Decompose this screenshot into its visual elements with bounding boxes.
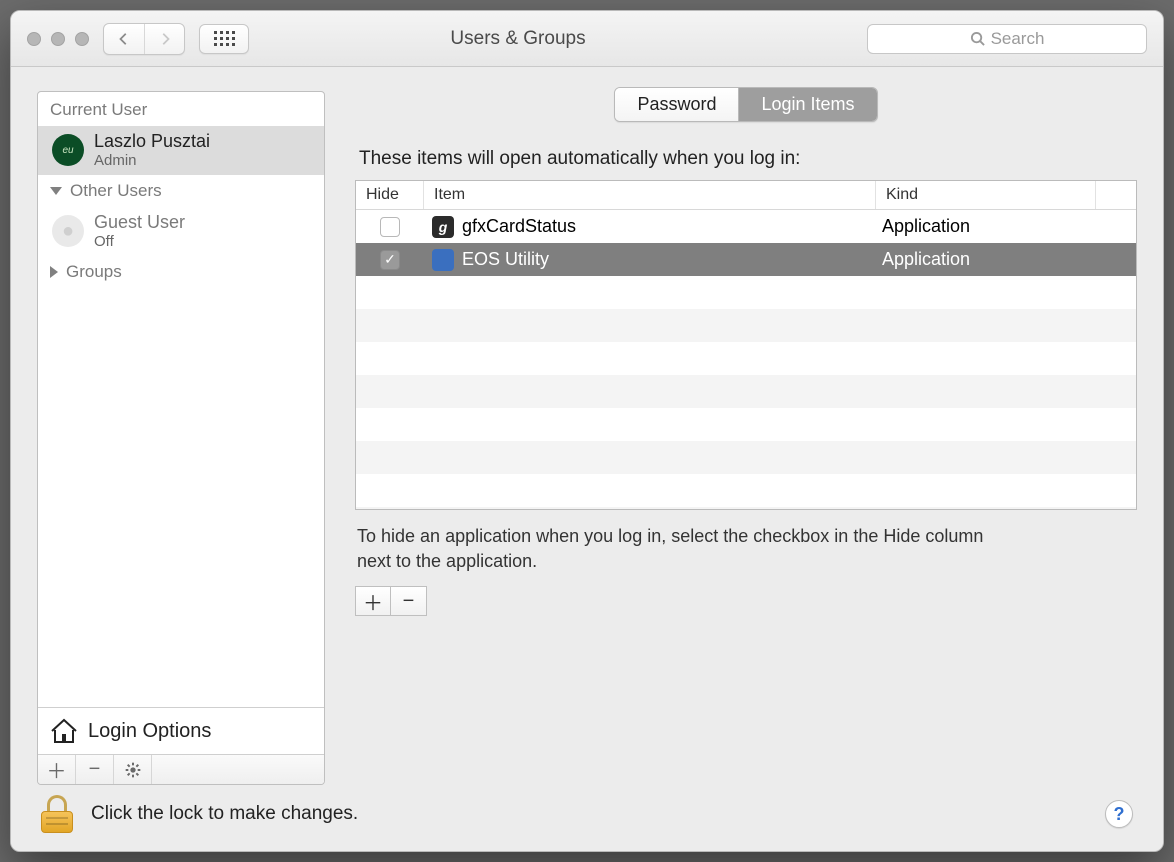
guest-user-name: Guest User bbox=[94, 213, 185, 233]
forward-button[interactable] bbox=[144, 24, 184, 54]
col-item[interactable]: Item bbox=[424, 181, 876, 209]
sidebar-spacer bbox=[152, 755, 324, 784]
other-users-group[interactable]: Other Users bbox=[38, 175, 324, 207]
hide-checkbox[interactable] bbox=[380, 217, 400, 237]
col-kind[interactable]: Kind bbox=[876, 181, 1096, 209]
current-user-row[interactable]: eu Laszlo Pusztai Admin bbox=[38, 126, 324, 175]
login-items-lead: These items will open automatically when… bbox=[359, 148, 1137, 170]
item-cell: g gfxCardStatus bbox=[424, 216, 876, 238]
close-window-button[interactable] bbox=[27, 32, 41, 46]
add-item-button[interactable]: ＋ bbox=[355, 586, 391, 616]
sidebar-list: Current User eu Laszlo Pusztai Admin Oth… bbox=[38, 92, 324, 707]
titlebar: Users & Groups Search bbox=[11, 11, 1163, 67]
zoom-window-button[interactable] bbox=[75, 32, 89, 46]
right-pane: Password Login Items These items will op… bbox=[355, 91, 1137, 785]
col-hide[interactable]: Hide bbox=[356, 181, 424, 209]
table-row-empty bbox=[356, 375, 1136, 408]
panes: Current User eu Laszlo Pusztai Admin Oth… bbox=[37, 91, 1137, 785]
app-icon bbox=[432, 249, 454, 271]
item-buttons: ＋ − bbox=[355, 586, 1137, 616]
sidebar-buttons: ＋ − bbox=[38, 754, 324, 784]
avatar-icon: eu bbox=[52, 134, 84, 166]
guest-avatar-icon: ● bbox=[52, 215, 84, 247]
table-row-empty bbox=[356, 507, 1136, 510]
remove-user-button[interactable]: − bbox=[76, 755, 114, 784]
table-row-empty bbox=[356, 441, 1136, 474]
table-header: Hide Item Kind bbox=[356, 181, 1136, 210]
back-button[interactable] bbox=[104, 24, 144, 54]
tabs: Password Login Items bbox=[614, 87, 877, 122]
tab-login-items[interactable]: Login Items bbox=[738, 88, 876, 121]
groups-heading: Groups bbox=[66, 262, 122, 282]
item-cell: EOS Utility bbox=[424, 249, 876, 271]
login-options-label: Login Options bbox=[88, 720, 211, 743]
item-name: EOS Utility bbox=[462, 249, 549, 270]
house-icon bbox=[50, 718, 78, 744]
search-field[interactable]: Search bbox=[867, 24, 1147, 54]
user-actions-button[interactable] bbox=[114, 755, 152, 784]
lock-text: Click the lock to make changes. bbox=[91, 803, 358, 825]
gear-icon bbox=[125, 762, 141, 778]
hide-checkbox[interactable]: ✓ bbox=[380, 250, 400, 270]
kind-cell: Application bbox=[876, 216, 1136, 237]
search-placeholder: Search bbox=[991, 29, 1045, 49]
remove-item-button[interactable]: − bbox=[391, 586, 427, 616]
other-users-heading: Other Users bbox=[70, 181, 162, 201]
add-user-button[interactable]: ＋ bbox=[38, 755, 76, 784]
current-user-heading: Current User bbox=[38, 92, 324, 126]
footer: Click the lock to make changes. ? bbox=[37, 785, 1137, 833]
current-user-role: Admin bbox=[94, 152, 210, 169]
login-items-table: Hide Item Kind g gfxCardStatus Application… bbox=[355, 180, 1137, 510]
table-row-empty bbox=[356, 408, 1136, 441]
login-options-row[interactable]: Login Options bbox=[38, 707, 324, 754]
help-button[interactable]: ? bbox=[1105, 800, 1133, 828]
hide-cell bbox=[356, 217, 424, 237]
groups-group[interactable]: Groups bbox=[38, 256, 324, 288]
kind-cell: Application bbox=[876, 249, 1136, 270]
hide-cell: ✓ bbox=[356, 250, 424, 270]
chevron-down-icon bbox=[50, 187, 62, 195]
content: Current User eu Laszlo Pusztai Admin Oth… bbox=[11, 67, 1163, 851]
table-row-empty bbox=[356, 342, 1136, 375]
table-row-empty bbox=[356, 276, 1136, 309]
app-icon: g bbox=[432, 216, 454, 238]
lock-button[interactable] bbox=[41, 795, 73, 833]
users-sidebar: Current User eu Laszlo Pusztai Admin Oth… bbox=[37, 91, 325, 785]
table-row[interactable]: ✓ EOS Utility Application bbox=[356, 243, 1136, 276]
table-row[interactable]: g gfxCardStatus Application bbox=[356, 210, 1136, 243]
chevron-right-icon bbox=[50, 266, 58, 278]
minimize-window-button[interactable] bbox=[51, 32, 65, 46]
hide-hint: To hide an application when you log in, … bbox=[357, 524, 1007, 574]
table-body: g gfxCardStatus Application ✓ EOS Utility App… bbox=[356, 210, 1136, 510]
traffic-lights bbox=[27, 32, 89, 46]
search-icon bbox=[970, 31, 985, 46]
tab-password[interactable]: Password bbox=[615, 88, 738, 121]
current-user-name: Laszlo Pusztai bbox=[94, 132, 210, 152]
item-name: gfxCardStatus bbox=[462, 216, 576, 237]
guest-user-status: Off bbox=[94, 233, 185, 250]
nav-buttons bbox=[103, 23, 185, 55]
col-spacer bbox=[1096, 181, 1136, 209]
guest-user-row[interactable]: ● Guest User Off bbox=[38, 207, 324, 256]
table-row-empty bbox=[356, 474, 1136, 507]
window-title: Users & Groups bbox=[183, 28, 853, 50]
prefs-window: Users & Groups Search Current User eu La… bbox=[10, 10, 1164, 852]
table-row-empty bbox=[356, 309, 1136, 342]
